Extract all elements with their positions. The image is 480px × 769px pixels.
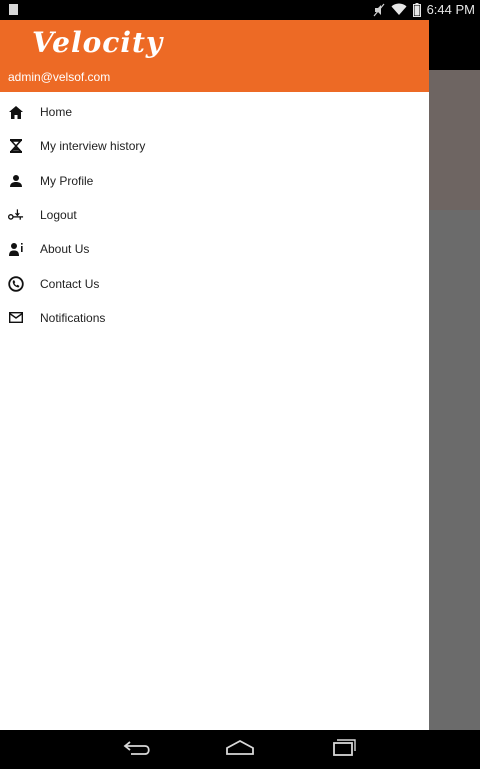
menu-item-label: My Profile [40, 173, 94, 188]
home-icon [8, 104, 24, 120]
menu-item-label: Contact Us [40, 276, 100, 291]
recents-icon[interactable] [328, 738, 358, 763]
menu-item-about-us[interactable]: About Us [0, 232, 429, 266]
status-bar: 6:44 PM [0, 0, 480, 20]
home-nav-icon[interactable] [225, 738, 255, 763]
logout-icon [8, 207, 24, 223]
mail-icon [8, 310, 24, 326]
menu-item-my-profile[interactable]: My Profile [0, 164, 429, 198]
menu-item-label: My interview history [40, 139, 146, 154]
mute-icon [373, 3, 385, 17]
drawer-menu: Home My interview history My Profile Log… [0, 95, 429, 335]
menu-item-contact-us[interactable]: Contact Us [0, 266, 429, 300]
user-email: admin@velsof.com [8, 70, 111, 84]
navigation-drawer: Velocity admin@velsof.com Home My interv… [0, 20, 429, 730]
menu-item-label: Home [40, 105, 73, 120]
status-right: 6:44 PM [373, 2, 475, 17]
menu-item-label: About Us [40, 242, 90, 257]
phone-icon [8, 275, 24, 292]
system-nav-bar [0, 730, 480, 769]
hourglass-icon [8, 138, 24, 154]
notification-square-icon [9, 4, 18, 15]
brand-logo: Velocity [32, 26, 164, 59]
menu-item-label: Notifications [40, 310, 106, 325]
menu-item-home[interactable]: Home [0, 95, 429, 129]
wifi-icon [391, 3, 407, 16]
menu-item-label: Logout [40, 208, 77, 223]
menu-item-interview-history[interactable]: My interview history [0, 129, 429, 163]
battery-icon [412, 2, 421, 17]
status-time: 6:44 PM [426, 2, 475, 17]
menu-item-notifications[interactable]: Notifications [0, 301, 429, 335]
about-icon [8, 241, 24, 257]
drawer-header: Velocity admin@velsof.com [0, 20, 429, 92]
person-icon [8, 173, 24, 189]
menu-item-logout[interactable]: Logout [0, 198, 429, 232]
back-icon[interactable] [123, 738, 153, 763]
